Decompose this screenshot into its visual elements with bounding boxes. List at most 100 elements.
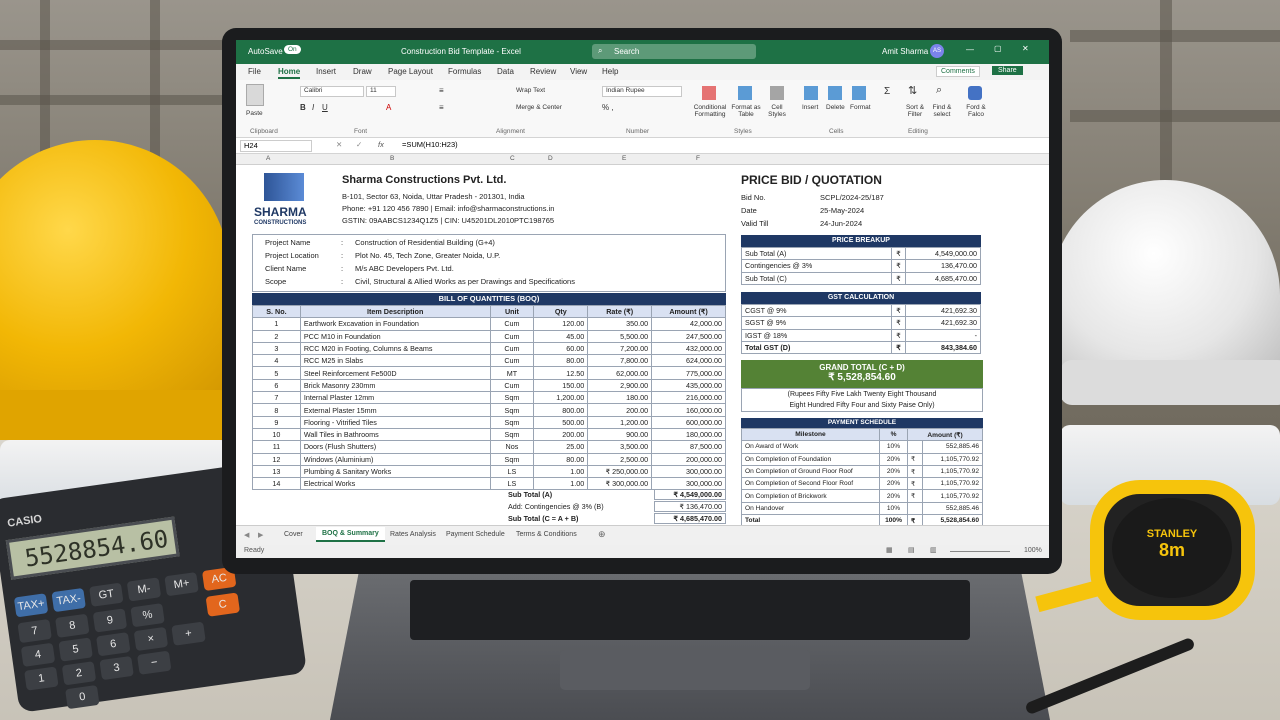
bold-icon[interactable]: B	[300, 103, 306, 112]
table-cell[interactable]: Cum	[489, 317, 535, 331]
payment-cell[interactable]: On Completion of Second Floor Roof	[741, 477, 880, 491]
summary-cell[interactable]: 4,685,470.00	[905, 271, 981, 285]
payment-cell[interactable]: 1,105,770.92	[921, 489, 984, 503]
payment-cell[interactable]	[907, 440, 923, 454]
cancel-icon[interactable]: ✕	[336, 140, 342, 149]
payment-cell[interactable]: 552,885.46	[921, 440, 984, 454]
restore-icon[interactable]: ▢	[994, 44, 1002, 53]
table-cell[interactable]: Sqm	[489, 452, 535, 466]
table-cell[interactable]: Sqm	[489, 403, 535, 417]
zoom-slider[interactable]	[950, 551, 1010, 552]
table-cell[interactable]: 775,000.00	[651, 366, 726, 380]
table-cell[interactable]: 6	[252, 378, 301, 393]
table-cell[interactable]: 180,000.00	[651, 427, 726, 442]
tab-data[interactable]: Data	[497, 67, 514, 76]
table-cell[interactable]: Sqm	[489, 427, 535, 442]
worksheet[interactable]: SHARMA CONSTRUCTIONS Sharma Construction…	[236, 165, 1049, 528]
summary-row[interactable]: SGST @ 9% ₹421,692.30	[741, 316, 981, 330]
autosave-toggle[interactable]: On	[284, 45, 301, 54]
table-cell[interactable]: ₹ 250,000.00	[587, 464, 653, 479]
table-cell[interactable]: Windows (Aluminium)	[299, 452, 491, 466]
sheet-tab-cover[interactable]: Cover	[284, 531, 303, 538]
column-header[interactable]: D	[548, 155, 553, 162]
sheet-tab-payment-schedule[interactable]: Payment Schedule	[446, 531, 505, 538]
payment-row[interactable]: On Completion of Second Floor Roof 20% ₹1,…	[741, 477, 984, 491]
table-cell[interactable]: Wall Tiles in Bathrooms	[299, 427, 491, 442]
tab-help[interactable]: Help	[602, 67, 618, 76]
avatar[interactable]: AS	[930, 44, 944, 58]
table-cell[interactable]: 1	[252, 317, 301, 331]
table-row[interactable]: 9 Flooring - Vitrified Tiles Sqm 500.00 1,20…	[252, 415, 726, 429]
table-row[interactable]: 3 RCC M20 in Footing, Columns & Beams Cum 6…	[252, 341, 726, 356]
scroll-tabs-left-icon[interactable]: ◀	[244, 531, 249, 539]
payment-cell[interactable]: 1,105,770.92	[921, 452, 984, 466]
column-header[interactable]: A	[266, 155, 270, 162]
table-cell[interactable]: Flooring - Vitrified Tiles	[299, 415, 491, 429]
align-top-icon[interactable]: ≡	[439, 86, 444, 95]
tab-review[interactable]: Review	[530, 67, 556, 76]
paste-button[interactable]: Paste	[246, 110, 263, 117]
table-cell[interactable]: 4	[252, 354, 301, 368]
find-select-icon[interactable]: ⌕	[936, 84, 942, 97]
normal-view-icon[interactable]: ▦	[886, 546, 893, 554]
align-left-icon[interactable]: ≡	[439, 103, 444, 112]
autosum-icon[interactable]: Σ	[884, 86, 890, 97]
table-cell[interactable]: 12.50	[533, 366, 589, 380]
table-cell[interactable]: Cum	[489, 354, 535, 368]
table-cell[interactable]: 7	[252, 391, 301, 405]
table-row[interactable]: 11 Doors (Flush Shutters) Nos 25.00 3,500.00…	[252, 440, 726, 454]
table-cell[interactable]: 500.00	[533, 415, 589, 429]
table-cell[interactable]: 1,200.00	[587, 415, 653, 429]
cell-styles-button[interactable]: Cell Styles	[763, 104, 791, 118]
column-header[interactable]: B	[390, 155, 394, 162]
format-as-table-icon[interactable]	[738, 86, 752, 100]
formula-input[interactable]: =SUM(H10:H23)	[398, 140, 1038, 152]
tab-draw[interactable]: Draw	[353, 67, 372, 76]
summary-row[interactable]: Contingencies @ 3% ₹136,470.00	[741, 259, 981, 273]
table-row[interactable]: 8 External Plaster 15mm Sqm 800.00 200.00 160…	[252, 403, 726, 417]
payment-cell[interactable]: 10%	[879, 440, 908, 454]
italic-icon[interactable]: I	[312, 103, 314, 112]
summary-cell[interactable]: ₹	[891, 316, 906, 330]
table-cell[interactable]: 350.00	[587, 317, 653, 331]
table-cell[interactable]: 2,500.00	[587, 452, 653, 466]
table-cell[interactable]: 900.00	[587, 427, 653, 442]
summary-row[interactable]: CGST @ 9% ₹421,692.30	[741, 303, 981, 318]
summary-cell[interactable]: ₹	[891, 303, 906, 318]
table-cell[interactable]: 87,500.00	[651, 440, 726, 454]
table-row[interactable]: 12 Windows (Aluminium) Sqm 80.00 2,500.00 200…	[252, 452, 726, 466]
delete-cells-button[interactable]: Delete	[826, 104, 845, 111]
summary-row[interactable]: Sub Total (A) ₹4,549,000.00	[741, 246, 981, 261]
payment-cell[interactable]: ₹	[907, 464, 923, 479]
table-cell[interactable]: 80.00	[533, 452, 589, 466]
payment-cell[interactable]: 10%	[879, 501, 908, 516]
table-cell[interactable]: Plumbing & Sanitary Works	[299, 464, 491, 479]
summary-cell[interactable]: ₹	[891, 259, 906, 273]
ideas-icon[interactable]	[968, 86, 982, 100]
share-button[interactable]: Share	[992, 66, 1023, 75]
table-row[interactable]: 5 Steel Reinforcement Fe500D MT 12.50 62,000…	[252, 366, 726, 380]
payment-row[interactable]: On Handover 10% 552,885.46	[741, 501, 984, 516]
table-cell[interactable]: 247,500.00	[651, 329, 726, 343]
cell-styles-icon[interactable]	[770, 86, 784, 100]
name-box[interactable]: H24	[240, 140, 312, 152]
format-as-table-button[interactable]: Format as Table	[731, 104, 761, 118]
comments-button[interactable]: Comments	[936, 66, 980, 77]
payment-row[interactable]: On Award of Work 10% 552,885.46	[741, 440, 984, 454]
payment-cell[interactable]: 20%	[879, 464, 908, 479]
table-cell[interactable]: 200.00	[587, 403, 653, 417]
table-cell[interactable]: External Plaster 15mm	[299, 403, 491, 417]
summary-cell[interactable]: 843,384.60	[905, 340, 981, 355]
payment-cell[interactable]: 1,105,770.92	[921, 477, 984, 491]
payment-cell[interactable]: 552,885.46	[921, 501, 984, 516]
zoom-level[interactable]: 100%	[1024, 547, 1042, 554]
table-cell[interactable]: 12	[252, 452, 301, 466]
payment-row[interactable]: On Completion of Brickwork 20% ₹1,105,770.…	[741, 489, 984, 503]
payment-cell[interactable]: On Completion of Ground Floor Roof	[741, 464, 880, 479]
summary-cell[interactable]: ₹	[891, 271, 906, 285]
summary-cell[interactable]: ₹	[891, 340, 906, 355]
column-header[interactable]: E	[622, 155, 626, 162]
insert-function-icon[interactable]: fx	[378, 140, 384, 149]
table-cell[interactable]: 200.00	[533, 427, 589, 442]
table-cell[interactable]: MT	[489, 366, 535, 380]
